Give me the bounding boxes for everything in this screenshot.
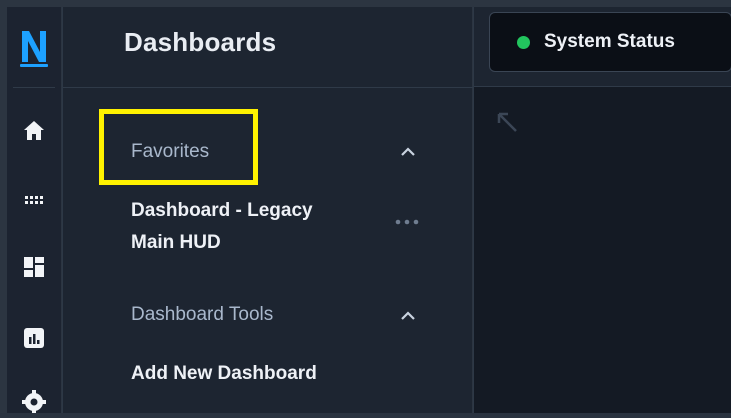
more-options-icon[interactable] [393, 218, 423, 226]
dashboard-item[interactable]: Dashboard - Legacy [131, 195, 313, 227]
system-status-button[interactable]: System Status [489, 12, 731, 72]
dashboard-item[interactable]: Main HUD [131, 227, 221, 259]
system-status-label: System Status [544, 31, 675, 52]
app-frame: Dashboards Favorites Dashboard - Legacy … [0, 0, 731, 414]
main-content: System Status [473, 7, 731, 413]
chevron-up-icon[interactable] [400, 147, 416, 157]
chevron-up-icon[interactable] [400, 311, 416, 321]
icon-rail [7, 7, 61, 414]
dashboard-layout-icon[interactable] [21, 254, 47, 280]
expand-arrow-icon[interactable] [494, 109, 520, 135]
home-icon[interactable] [21, 117, 47, 143]
section-dashboard-tools-label[interactable]: Dashboard Tools [131, 304, 273, 326]
settings-icon[interactable] [21, 387, 47, 414]
section-favorites-label[interactable]: Favorites [131, 141, 209, 163]
add-new-dashboard-link[interactable]: Add New Dashboard [131, 358, 317, 390]
analytics-icon[interactable] [21, 325, 47, 351]
panel-divider [63, 87, 473, 88]
brand-logo[interactable] [19, 28, 49, 68]
status-indicator [517, 35, 530, 49]
rail-divider [13, 87, 55, 88]
dashboards-panel: Dashboards Favorites Dashboard - Legacy … [62, 7, 473, 413]
apps-grid-icon[interactable] [21, 188, 47, 214]
content-header: System Status [474, 7, 731, 87]
panel-title: Dashboards [124, 27, 277, 57]
